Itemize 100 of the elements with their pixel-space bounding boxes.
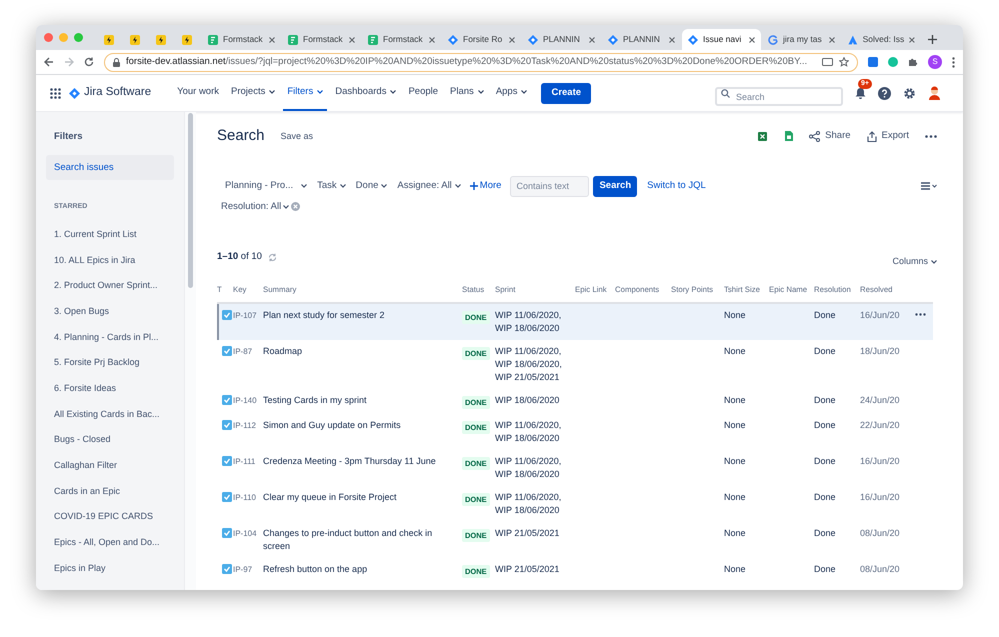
settings-icon[interactable]: [903, 86, 916, 100]
summary-link[interactable]: Simon and Guy update on Permits: [263, 419, 462, 432]
more-icon[interactable]: [915, 313, 926, 316]
sidebar-item[interactable]: 5. Forsite Prj Backlog: [46, 350, 174, 376]
text-filter-field[interactable]: Contains text: [510, 176, 590, 196]
menu-icon[interactable]: [952, 56, 955, 68]
browser-tab[interactable]: PLANNIN: [522, 29, 601, 50]
filter-dropdown[interactable]: Planning - Pro...: [221, 176, 312, 196]
browser-tab[interactable]: jira my tas: [762, 29, 841, 50]
issue-key-link[interactable]: IP-107: [233, 309, 263, 322]
search-field[interactable]: Search: [715, 87, 843, 106]
summary-link[interactable]: Changes to pre-induct button and check in screen: [263, 527, 462, 554]
sidebar-item[interactable]: Bugs - Closed: [46, 427, 174, 453]
nav-item[interactable]: Dashboards: [331, 75, 400, 111]
profile-avatar[interactable]: S: [928, 55, 942, 69]
reload-icon[interactable]: [84, 57, 94, 67]
nav-item[interactable]: Filters: [283, 75, 328, 111]
nav-item[interactable]: People: [404, 75, 442, 111]
sidebar-item[interactable]: Cards in an Epic: [46, 478, 174, 504]
sidebar-item[interactable]: Epics - All, Open and Do...: [46, 530, 174, 556]
summary-link[interactable]: Plan next study for semester 2: [263, 309, 462, 322]
close-icon[interactable]: [349, 36, 355, 42]
close-icon[interactable]: [589, 36, 595, 42]
tab-favicon-icon: [182, 34, 192, 44]
star-icon[interactable]: [839, 57, 849, 67]
view-toggle-button[interactable]: [921, 182, 937, 190]
columns-button[interactable]: Columns: [892, 254, 937, 268]
nav-item[interactable]: Plans: [446, 75, 488, 111]
browser-tab[interactable]: Formstack: [282, 29, 361, 50]
filter-dropdown[interactable]: Task: [313, 176, 350, 196]
sidebar-item[interactable]: Callaghan Filter: [46, 452, 174, 479]
sidebar-item[interactable]: Search issues: [46, 155, 174, 180]
summary-link[interactable]: Roadmap: [263, 345, 462, 358]
browser-tab[interactable]: Solved: Iss: [842, 29, 921, 50]
browser-tab[interactable]: PLANNIN: [602, 29, 681, 50]
nav-item[interactable]: Projects: [227, 75, 280, 111]
table-cell-text: None: [724, 491, 747, 504]
app-grid-icon[interactable]: [50, 88, 61, 98]
bell-icon[interactable]: [855, 87, 866, 99]
sheet-icon[interactable]: [785, 131, 794, 142]
resolution-filter[interactable]: Resolution: All: [221, 200, 290, 214]
close-icon[interactable]: [749, 36, 755, 42]
puzzle-icon[interactable]: [908, 57, 918, 67]
table-cell-text: Done: [814, 394, 837, 408]
sidebar-item[interactable]: 1. Current Sprint List: [46, 222, 174, 248]
export-button[interactable]: Export: [866, 129, 909, 144]
filter-dropdown[interactable]: Assignee: All: [393, 176, 465, 196]
summary-link[interactable]: Refresh button on the app: [263, 563, 462, 576]
close-icon[interactable]: [269, 36, 275, 42]
sidebar-item[interactable]: COVID-19 EPIC CARDS: [46, 504, 174, 530]
filter-dropdown[interactable]: Done: [352, 176, 392, 196]
search-button[interactable]: Search: [593, 176, 638, 196]
avatar-icon[interactable]: [928, 86, 941, 100]
task-type-icon: [222, 310, 232, 320]
close-icon[interactable]: [669, 36, 675, 42]
issue-key-link[interactable]: IP-112: [233, 419, 263, 432]
sprint-cell-text: WIP 18/06/2020: [495, 394, 560, 408]
product-name[interactable]: Jira Software: [84, 84, 152, 102]
summary-link[interactable]: Testing Cards in my sprint: [263, 394, 462, 408]
browser-tab[interactable]: Formstack: [202, 29, 281, 50]
close-icon[interactable]: [829, 36, 835, 42]
more-icon[interactable]: [925, 134, 937, 138]
sidebar-item[interactable]: 6. Forsite Ideas: [46, 376, 174, 402]
sidebar-item[interactable]: All Existing Cards in Bac...: [46, 402, 174, 428]
chevron-down-icon: [454, 184, 461, 188]
new-tab-icon[interactable]: [928, 35, 937, 44]
sidebar-item[interactable]: Epics in Play: [46, 556, 174, 582]
sidebar-item[interactable]: 3. Open Bugs: [46, 298, 174, 324]
summary-link[interactable]: Clear my queue in Forsite Project: [263, 491, 462, 504]
close-icon[interactable]: [509, 36, 515, 42]
issue-key-link[interactable]: IP-87: [233, 345, 263, 358]
browser-tab[interactable]: Forsite Ro: [442, 29, 521, 50]
help-icon[interactable]: [878, 86, 891, 100]
issue-key-link[interactable]: IP-110: [233, 491, 263, 504]
tab-favicon-icon: [528, 34, 538, 44]
close-icon[interactable]: [429, 36, 435, 42]
summary-link[interactable]: Credenza Meeting - 3pm Thursday 11 June: [263, 455, 462, 468]
issue-key-link[interactable]: IP-111: [233, 455, 263, 468]
nav-item[interactable]: Your work: [173, 75, 224, 111]
issue-key-link[interactable]: IP-140: [233, 394, 263, 408]
issue-key-link[interactable]: IP-97: [233, 563, 263, 576]
browser-tab[interactable]: Issue navi: [682, 29, 761, 50]
browser-tab[interactable]: Formstack: [362, 29, 441, 50]
address-bar[interactable]: forsite-dev.atlassian.net/issues/?jql=project%20%3D%20IP%20AND%20issuetype%20%3D%20Task%20AND%20status%20%3D%20Done%20ORDER%20BY...: [104, 52, 858, 72]
back-icon[interactable]: [44, 57, 54, 67]
scrollbar[interactable]: [184, 112, 196, 590]
nav-item[interactable]: Apps: [492, 75, 532, 111]
cast-icon[interactable]: [822, 58, 833, 66]
save-as-button[interactable]: Save as: [280, 130, 314, 143]
share-button[interactable]: Share: [809, 129, 851, 144]
tab-favicon-icon: [208, 34, 218, 44]
close-icon[interactable]: [909, 36, 915, 42]
more-button[interactable]: More: [466, 178, 504, 194]
issue-key-link[interactable]: IP-104: [233, 527, 263, 540]
sidebar-item[interactable]: 2. Product Owner Sprint...: [46, 273, 174, 299]
spreadsheet-icon[interactable]: [758, 132, 768, 141]
sidebar-item[interactable]: 4. Planning - Cards in Pl...: [46, 324, 174, 350]
sidebar-item[interactable]: 10. ALL Epics in Jira: [46, 247, 174, 274]
create-button[interactable]: Create: [541, 82, 592, 104]
switch-to-jql-link[interactable]: Switch to JQL: [647, 178, 706, 194]
